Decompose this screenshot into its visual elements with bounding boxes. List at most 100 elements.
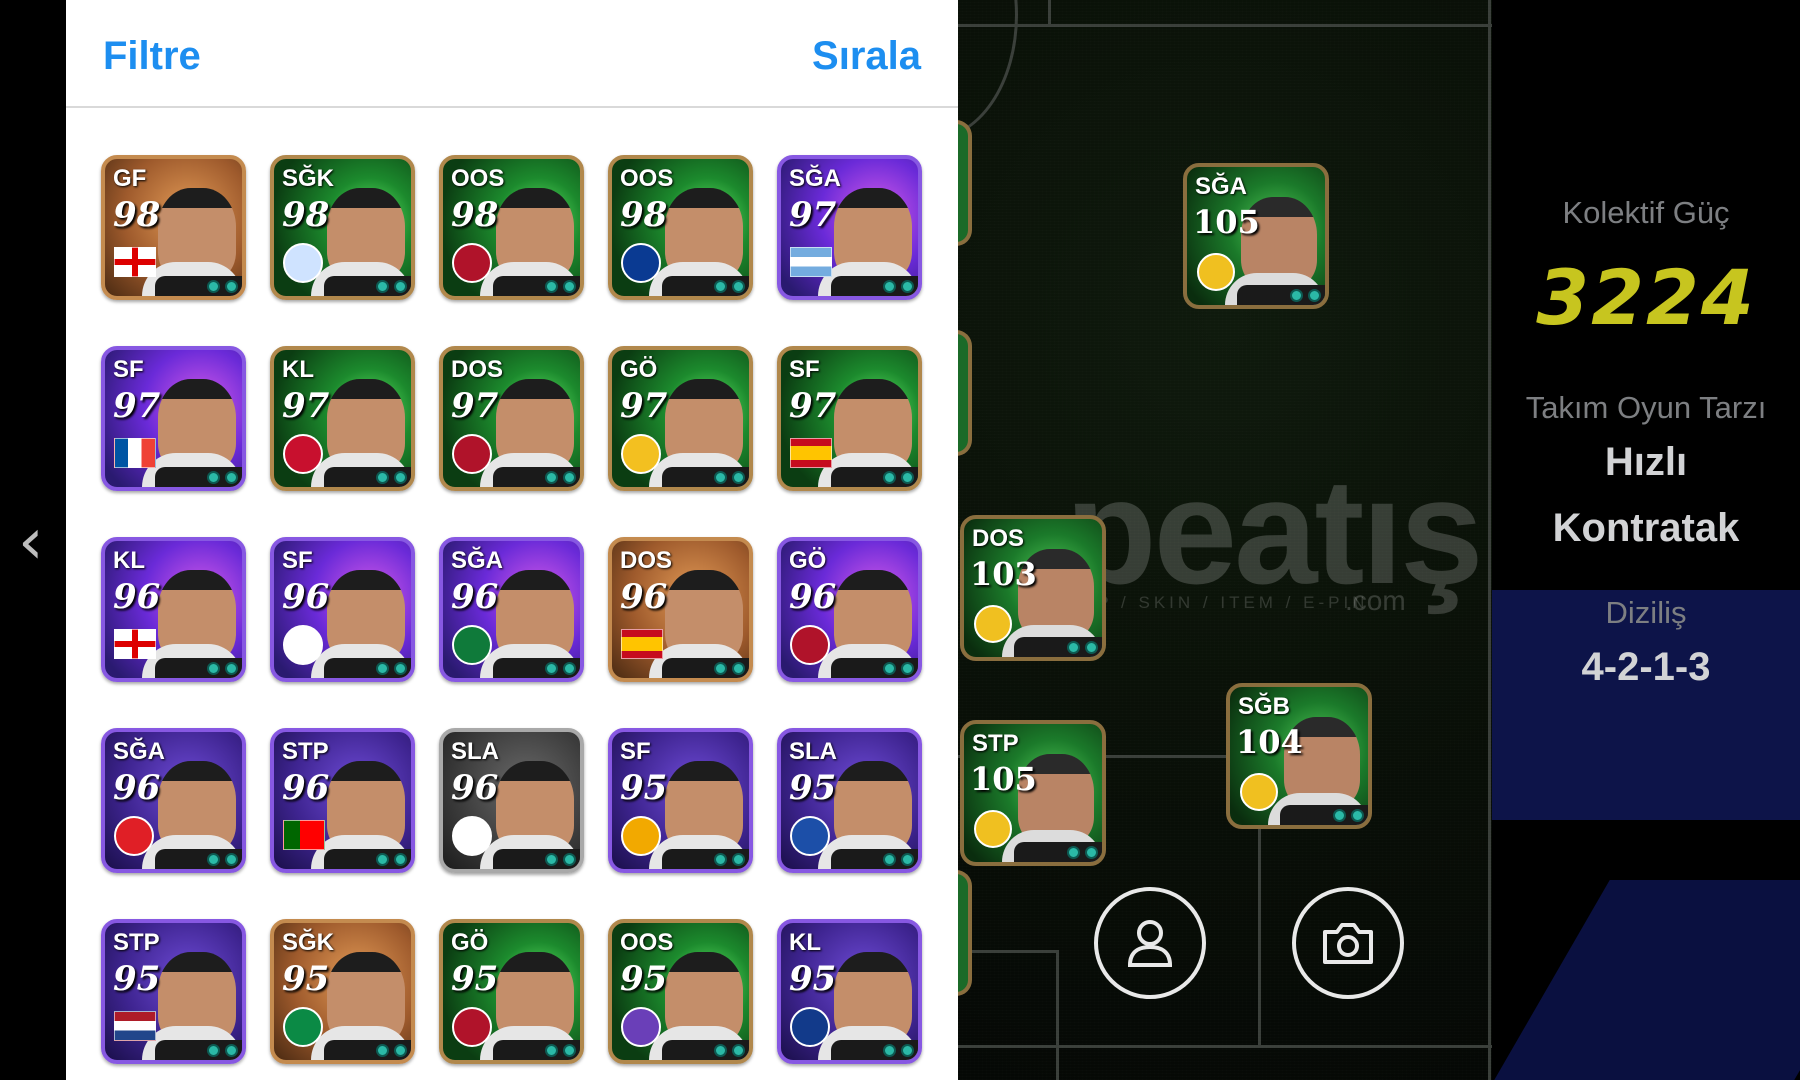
- skill-dot-icon: [545, 279, 558, 293]
- decorative-shape: [1494, 880, 1800, 1080]
- player-rating: 95: [620, 959, 668, 999]
- skill-dot-icon: [883, 1043, 896, 1057]
- player-card[interactable]: SF 96: [270, 537, 415, 682]
- pitch-player-card[interactable]: DOS 103: [960, 515, 1106, 661]
- player-rating: 98: [282, 195, 330, 235]
- player-card[interactable]: SF 97: [777, 346, 922, 491]
- player-card[interactable]: SĞA 96: [439, 537, 584, 682]
- player-rating: 104: [1236, 723, 1303, 761]
- player-card[interactable]: KL 97: [270, 346, 415, 491]
- skill-dot-icon: [1067, 640, 1080, 654]
- skill-indicator-strip: [831, 1040, 918, 1060]
- player-rating: 97: [451, 386, 499, 426]
- skill-dot-icon: [563, 1043, 576, 1057]
- player-card[interactable]: SF 97: [101, 346, 246, 491]
- player-card[interactable]: KL 95: [777, 919, 922, 1064]
- club-badge-icon: [452, 243, 492, 283]
- player-card[interactable]: GÖ 96: [777, 537, 922, 682]
- player-position: SF: [282, 547, 313, 574]
- player-card[interactable]: OOS 95: [608, 919, 753, 1064]
- club-badge-icon: [452, 434, 492, 474]
- player-rating: 96: [451, 577, 499, 617]
- player-card[interactable]: KL 96: [101, 537, 246, 682]
- skill-indicator-strip: [1014, 637, 1102, 657]
- player-card[interactable]: GF 98: [101, 155, 246, 300]
- skill-dot-icon: [394, 661, 407, 675]
- player-position: DOS: [620, 547, 673, 574]
- player-rating: 95: [451, 959, 499, 999]
- player-position: STP: [972, 730, 1019, 757]
- skill-dot-icon: [1067, 845, 1080, 859]
- player-position: GF: [113, 165, 147, 192]
- nationality-flag-icon: [114, 629, 156, 659]
- player-position: SĞK: [282, 929, 335, 956]
- chevron-left-icon[interactable]: ‹: [18, 505, 44, 579]
- nationality-flag-icon: [790, 247, 832, 277]
- player-card[interactable]: SĞK 98: [270, 155, 415, 300]
- skill-indicator-strip: [831, 658, 918, 678]
- skill-dot-icon: [394, 1043, 407, 1057]
- pitch-player-card[interactable]: SĞA 105: [1183, 163, 1329, 309]
- player-card[interactable]: SLA 96: [439, 728, 584, 873]
- skill-indicator-strip: [662, 849, 749, 869]
- team-playstyle-value: Hızlı: [1604, 440, 1688, 484]
- player-position: OOS: [620, 165, 674, 192]
- skill-dot-icon: [732, 852, 745, 866]
- player-card[interactable]: GÖ 95: [439, 919, 584, 1064]
- skill-dot-icon: [545, 470, 558, 484]
- skill-dot-icon: [207, 279, 220, 293]
- player-card[interactable]: DOS 96: [608, 537, 753, 682]
- skill-indicator-strip: [831, 849, 918, 869]
- player-rating: 96: [451, 768, 499, 808]
- player-position: GÖ: [451, 929, 489, 956]
- nationality-flag-icon: [114, 438, 156, 468]
- skill-dot-icon: [376, 852, 389, 866]
- skill-dot-icon: [714, 1043, 727, 1057]
- player-card[interactable]: STP 96: [270, 728, 415, 873]
- player-card[interactable]: STP 95: [101, 919, 246, 1064]
- player-position: SLA: [451, 738, 499, 765]
- skill-indicator-strip: [155, 467, 242, 487]
- skill-dot-icon: [732, 279, 745, 293]
- player-rating: 96: [113, 577, 161, 617]
- skill-dot-icon: [714, 470, 727, 484]
- player-rating: 97: [789, 195, 837, 235]
- skill-dot-icon: [207, 1043, 220, 1057]
- pitch-line: [1488, 0, 1491, 1080]
- player-card[interactable]: GÖ 97: [608, 346, 753, 491]
- pitch-player-card[interactable]: STP 105: [960, 720, 1106, 866]
- player-card[interactable]: SĞA 97: [777, 155, 922, 300]
- sort-button[interactable]: Sırala: [812, 34, 921, 79]
- club-badge-icon: [790, 625, 830, 665]
- camera-icon: [1323, 923, 1373, 964]
- player-card[interactable]: DOS 97: [439, 346, 584, 491]
- player-position: SF: [620, 738, 651, 765]
- skill-indicator-strip: [155, 1040, 242, 1060]
- nationality-flag-icon: [114, 247, 156, 277]
- player-card[interactable]: OOS 98: [439, 155, 584, 300]
- skill-dot-icon: [394, 279, 407, 293]
- skill-indicator-strip: [324, 467, 411, 487]
- screenshot-button[interactable]: [1292, 887, 1404, 999]
- player-rating: 96: [620, 577, 668, 617]
- player-card[interactable]: SF 95: [608, 728, 753, 873]
- player-card[interactable]: SLA 95: [777, 728, 922, 873]
- skill-dot-icon: [883, 470, 896, 484]
- player-rating: 96: [789, 577, 837, 617]
- skill-dot-icon: [1308, 288, 1321, 302]
- skill-dot-icon: [1351, 808, 1364, 822]
- skill-dot-icon: [901, 852, 914, 866]
- nationality-flag-icon: [790, 438, 832, 468]
- pitch-player-card[interactable]: SĞB 104: [1226, 683, 1372, 829]
- skill-indicator-strip: [493, 849, 580, 869]
- skill-dot-icon: [376, 661, 389, 675]
- player-position: SĞB: [1238, 693, 1291, 720]
- player-card[interactable]: SĞA 96: [101, 728, 246, 873]
- player-rating: 97: [113, 386, 161, 426]
- skill-dot-icon: [225, 1043, 238, 1057]
- filter-button[interactable]: Filtre: [103, 34, 201, 79]
- skill-indicator-strip: [155, 276, 242, 296]
- player-card[interactable]: SĞK 95: [270, 919, 415, 1064]
- player-profile-button[interactable]: [1094, 887, 1206, 999]
- player-card[interactable]: OOS 98: [608, 155, 753, 300]
